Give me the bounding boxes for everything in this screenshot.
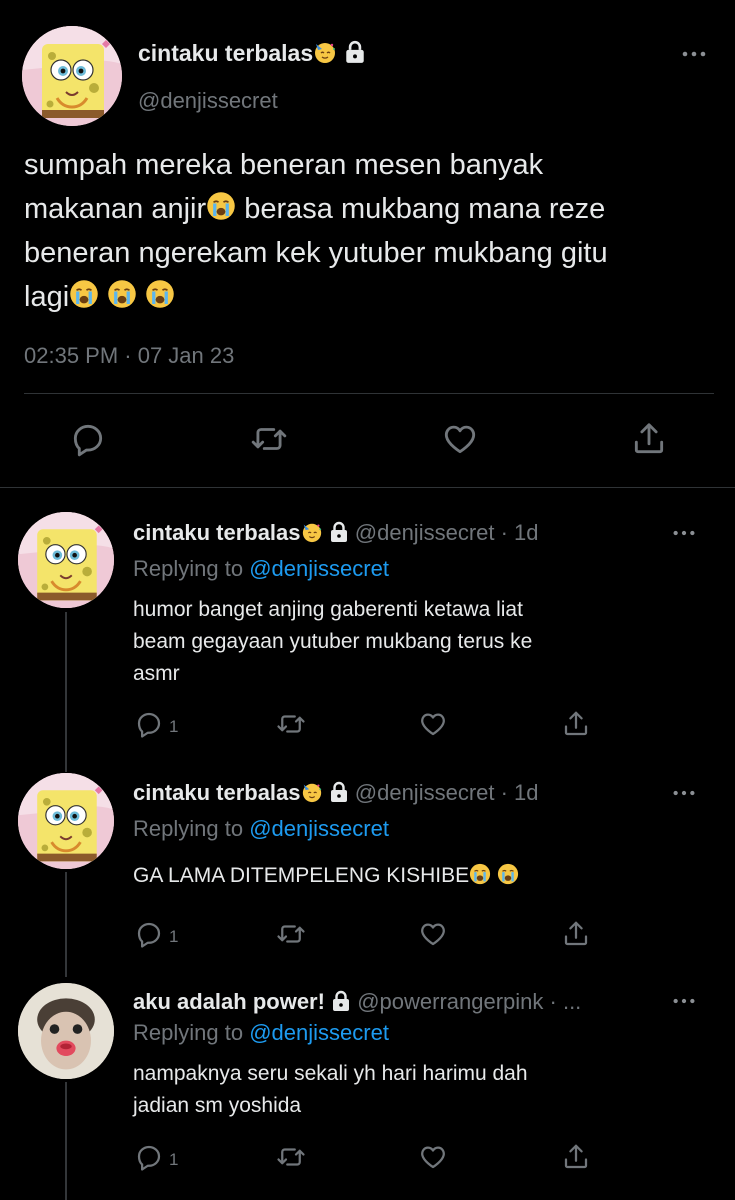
like-icon[interactable] bbox=[418, 709, 448, 739]
retweet-icon[interactable] bbox=[250, 420, 288, 458]
author-avatar[interactable] bbox=[22, 26, 122, 126]
reply-count: 1 bbox=[169, 717, 179, 736]
reply-text: GA LAMA DITEMPELENG KISHIBE bbox=[133, 860, 693, 892]
reply-text: humor banget anjing gaberenti ketawa lia… bbox=[133, 594, 693, 690]
emoji-icon bbox=[301, 521, 323, 543]
handle: @denjissecret · 1d bbox=[354, 780, 539, 805]
emoji-icon bbox=[469, 863, 491, 885]
replying-to: Replying to @denjissecret bbox=[133, 1020, 389, 1046]
retweet-icon[interactable] bbox=[276, 709, 306, 739]
emoji-icon bbox=[206, 191, 236, 221]
avatar-image bbox=[22, 26, 122, 126]
display-name: cintaku terbalas bbox=[138, 40, 314, 66]
display-name: cintaku terbalas bbox=[133, 520, 301, 545]
reply-line: beam gegayaan yutuber mukbang terus ke bbox=[133, 630, 533, 653]
reply-avatar[interactable] bbox=[18, 512, 114, 608]
reply-header[interactable]: cintaku terbalas @denjissecret · 1d bbox=[133, 520, 539, 546]
tweet-fragment: berasa mukbang mana reze bbox=[236, 193, 606, 225]
author-handle[interactable]: @denjissecret bbox=[138, 88, 278, 114]
handle: @denjissecret · 1d bbox=[354, 520, 539, 545]
retweet-icon[interactable] bbox=[276, 919, 306, 949]
handle: @powerrangerpink · ... bbox=[357, 989, 582, 1014]
tweet-fragment: makanan anjir bbox=[24, 193, 207, 225]
divider bbox=[0, 487, 735, 488]
replying-prefix: Replying to bbox=[133, 1020, 244, 1045]
reply-icon[interactable] bbox=[134, 919, 164, 949]
reply-line: nampaknya seru sekali yh hari harimu dah bbox=[133, 1062, 528, 1085]
mention-link[interactable]: @denjissecret bbox=[249, 816, 389, 841]
reply-line: GA LAMA DITEMPELENG KISHIBE bbox=[133, 860, 693, 892]
more-icon[interactable] bbox=[671, 525, 697, 541]
reply-count: 1 bbox=[169, 1150, 179, 1169]
like-icon[interactable] bbox=[418, 919, 448, 949]
tweet-line: lagi bbox=[24, 275, 724, 319]
avatar-image bbox=[18, 773, 114, 869]
avatar-image bbox=[18, 983, 114, 1079]
lock-icon bbox=[329, 521, 349, 543]
replying-prefix: Replying to bbox=[133, 816, 244, 841]
divider bbox=[24, 393, 714, 394]
lock-icon bbox=[329, 781, 349, 803]
reply-avatar[interactable] bbox=[18, 983, 114, 1079]
lock-icon bbox=[344, 40, 366, 64]
reply-line: asmr bbox=[133, 662, 180, 685]
tweet-fragment: lagi bbox=[24, 281, 70, 313]
tweet-line: makanan anjir berasa mukbang mana reze bbox=[24, 187, 724, 231]
reply-icon[interactable] bbox=[134, 709, 164, 739]
like-icon[interactable] bbox=[418, 1142, 448, 1172]
author-name[interactable]: cintaku terbalas bbox=[138, 40, 366, 67]
mention-link[interactable]: @denjissecret bbox=[249, 1020, 389, 1045]
reply-text: nampaknya seru sekali yh hari harimu dah… bbox=[133, 1058, 693, 1122]
tweet-line: beneran ngerekam kek yutuber mukbang git… bbox=[24, 237, 608, 269]
avatar-image bbox=[18, 512, 114, 608]
emoji-icon bbox=[107, 279, 137, 309]
reply-icon[interactable] bbox=[134, 1142, 164, 1172]
replying-to: Replying to @denjissecret bbox=[133, 816, 389, 842]
emoji-icon bbox=[69, 279, 99, 309]
tweet-line: sumpah mereka beneran mesen banyak bbox=[24, 149, 544, 181]
reply-line: jadian sm yoshida bbox=[133, 1094, 302, 1117]
replying-to: Replying to @denjissecret bbox=[133, 556, 389, 582]
tweet-text: sumpah mereka beneran mesen banyak makan… bbox=[24, 143, 724, 319]
share-icon[interactable] bbox=[561, 709, 591, 739]
more-icon[interactable] bbox=[671, 993, 697, 1009]
emoji-icon bbox=[301, 781, 323, 803]
like-icon[interactable] bbox=[441, 420, 479, 458]
more-icon[interactable] bbox=[671, 785, 697, 801]
thread-line bbox=[65, 612, 67, 772]
thread-line bbox=[65, 1082, 67, 1200]
mention-link[interactable]: @denjissecret bbox=[249, 556, 389, 581]
emoji-icon bbox=[145, 279, 175, 309]
reply-avatar[interactable] bbox=[18, 773, 114, 869]
reply-header[interactable]: cintaku terbalas @denjissecret · 1d bbox=[133, 780, 539, 806]
share-icon[interactable] bbox=[561, 919, 591, 949]
share-icon[interactable] bbox=[630, 420, 668, 458]
display-name: cintaku terbalas bbox=[133, 780, 301, 805]
reply-fragment: GA LAMA DITEMPELENG KISHIBE bbox=[133, 864, 470, 887]
share-icon[interactable] bbox=[561, 1142, 591, 1172]
replying-prefix: Replying to bbox=[133, 556, 244, 581]
emoji-icon bbox=[497, 863, 519, 885]
display-name: aku adalah power! bbox=[133, 989, 325, 1014]
reply-count: 1 bbox=[169, 927, 179, 946]
reply-line: humor banget anjing gaberenti ketawa lia… bbox=[133, 598, 523, 621]
more-icon[interactable] bbox=[680, 44, 708, 64]
lock-icon bbox=[331, 990, 351, 1012]
emoji-icon bbox=[313, 40, 337, 64]
retweet-icon[interactable] bbox=[276, 1142, 306, 1172]
reply-header[interactable]: aku adalah power! @powerrangerpink · ... bbox=[133, 989, 581, 1015]
tweet-timestamp[interactable]: 02:35 PM · 07 Jan 23 bbox=[24, 343, 234, 369]
reply-icon[interactable] bbox=[69, 420, 107, 458]
thread-line bbox=[65, 872, 67, 977]
